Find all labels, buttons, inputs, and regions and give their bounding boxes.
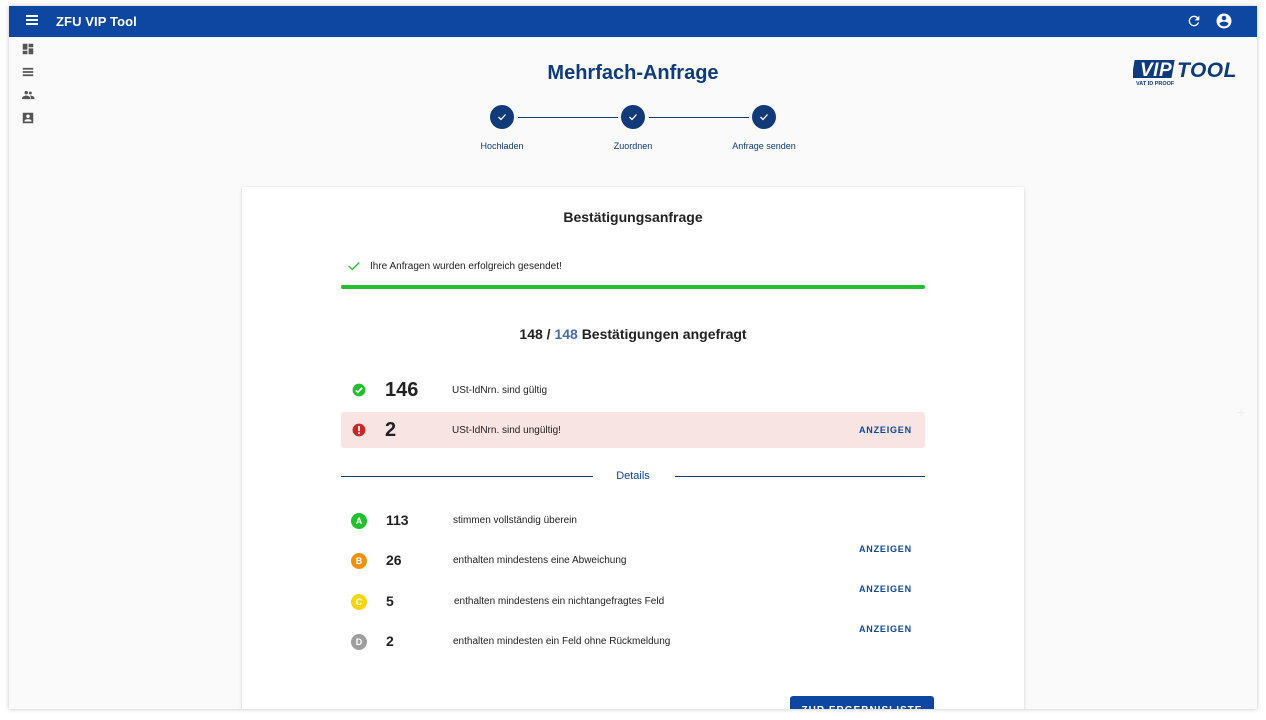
total-count: 148 <box>554 326 578 342</box>
detail-label: stimmen vollständig überein <box>453 515 577 526</box>
menu-icon[interactable] <box>23 13 41 31</box>
detail-count: 5 <box>386 593 394 609</box>
badge-b-icon: B <box>351 553 367 569</box>
valid-label: USt-IdNrn. sind gültig <box>452 385 548 396</box>
invalid-count: 2 <box>385 419 397 441</box>
top-app-bar: ZFU VIP Tool <box>9 6 1257 37</box>
request-counts: 148 / 148 Bestätigungen angefragt <box>242 326 1024 342</box>
step-connector <box>649 117 749 118</box>
details-divider-left <box>341 476 593 477</box>
valid-summary-row: 146 USt-IdNrn. sind gültig <box>341 372 925 408</box>
detail-label: enthalten mindestens eine Abweichung <box>453 555 627 566</box>
detail-count: 26 <box>386 552 402 568</box>
step-label-anfrage-senden: Anfrage senden <box>732 141 796 151</box>
dashboard-icon[interactable] <box>21 42 35 56</box>
counts-label: Bestätigungen angefragt <box>581 326 747 342</box>
detail-row-b: B 26 enthalten mindestens eine Abweichun… <box>341 549 925 573</box>
invalid-summary-row: 2 USt-IdNrn. sind ungültig! ANZEIGEN <box>341 412 925 448</box>
progress-bar <box>341 285 925 289</box>
check-circle-icon <box>352 383 366 397</box>
contact-card-icon[interactable] <box>21 111 35 125</box>
detail-label: enthalten mindesten ein Feld ohne Rückme… <box>453 636 671 647</box>
card-title: Bestätigungsanfrage <box>563 209 703 225</box>
account-icon[interactable] <box>1215 12 1233 30</box>
badge-a-icon: A <box>351 513 367 529</box>
detail-count: 2 <box>386 633 394 649</box>
step-label-hochladen: Hochladen <box>480 141 524 151</box>
step-3-check-icon[interactable] <box>752 105 776 129</box>
details-label: Details <box>616 470 650 482</box>
badge-d-icon: D <box>351 634 367 650</box>
step-2-check-icon[interactable] <box>621 105 645 129</box>
invalid-label: USt-IdNrn. sind ungültig! <box>452 425 561 436</box>
badge-c-icon: C <box>351 594 367 610</box>
error-icon <box>352 423 366 437</box>
progress-fill <box>341 285 925 289</box>
step-label-zuordnen: Zuordnen <box>613 141 653 151</box>
step-1-check-icon[interactable] <box>490 105 514 129</box>
detail-row-d: D 2 enthalten mindesten ein Feld ohne Rü… <box>341 630 925 654</box>
detail-row-a: A 113 stimmen vollständig überein <box>341 509 925 533</box>
success-text: Ihre Anfragen wurden erfolgreich gesende… <box>370 260 562 272</box>
page-title: Mehrfach-Anfrage <box>547 62 719 84</box>
plus-icon: + <box>1237 404 1246 420</box>
confirmation-card: Bestätigungsanfrage Ihre Anfragen wurden… <box>242 187 1024 709</box>
app-title: ZFU VIP Tool <box>56 14 137 29</box>
valid-count: 146 <box>385 379 419 401</box>
count-separator: / <box>546 326 551 342</box>
check-icon <box>348 262 360 271</box>
done-count: 148 <box>519 326 543 342</box>
detail-count: 113 <box>386 512 409 528</box>
detail-label: enthalten mindestens ein nichtangefragte… <box>454 596 665 607</box>
step-connector <box>518 117 618 118</box>
success-message: Ihre Anfragen wurden erfolgreich gesende… <box>347 259 562 273</box>
show-invalid-link[interactable]: ANZEIGEN <box>859 425 912 435</box>
stepper: Hochladen Zuordnen Anfrage senden <box>469 105 809 165</box>
detail-row-c: C 5 enthalten mindestens ein nichtangefr… <box>341 590 925 614</box>
app-window: ZFU VIP Tool VIP TOOL VAT ID PROOF Mehrf… <box>9 6 1257 709</box>
refresh-icon[interactable] <box>1186 13 1202 29</box>
details-divider-right <box>675 476 925 477</box>
people-icon[interactable] <box>21 88 35 102</box>
result-list-button[interactable]: ZUR ERGEBNISLISTE <box>790 696 934 709</box>
